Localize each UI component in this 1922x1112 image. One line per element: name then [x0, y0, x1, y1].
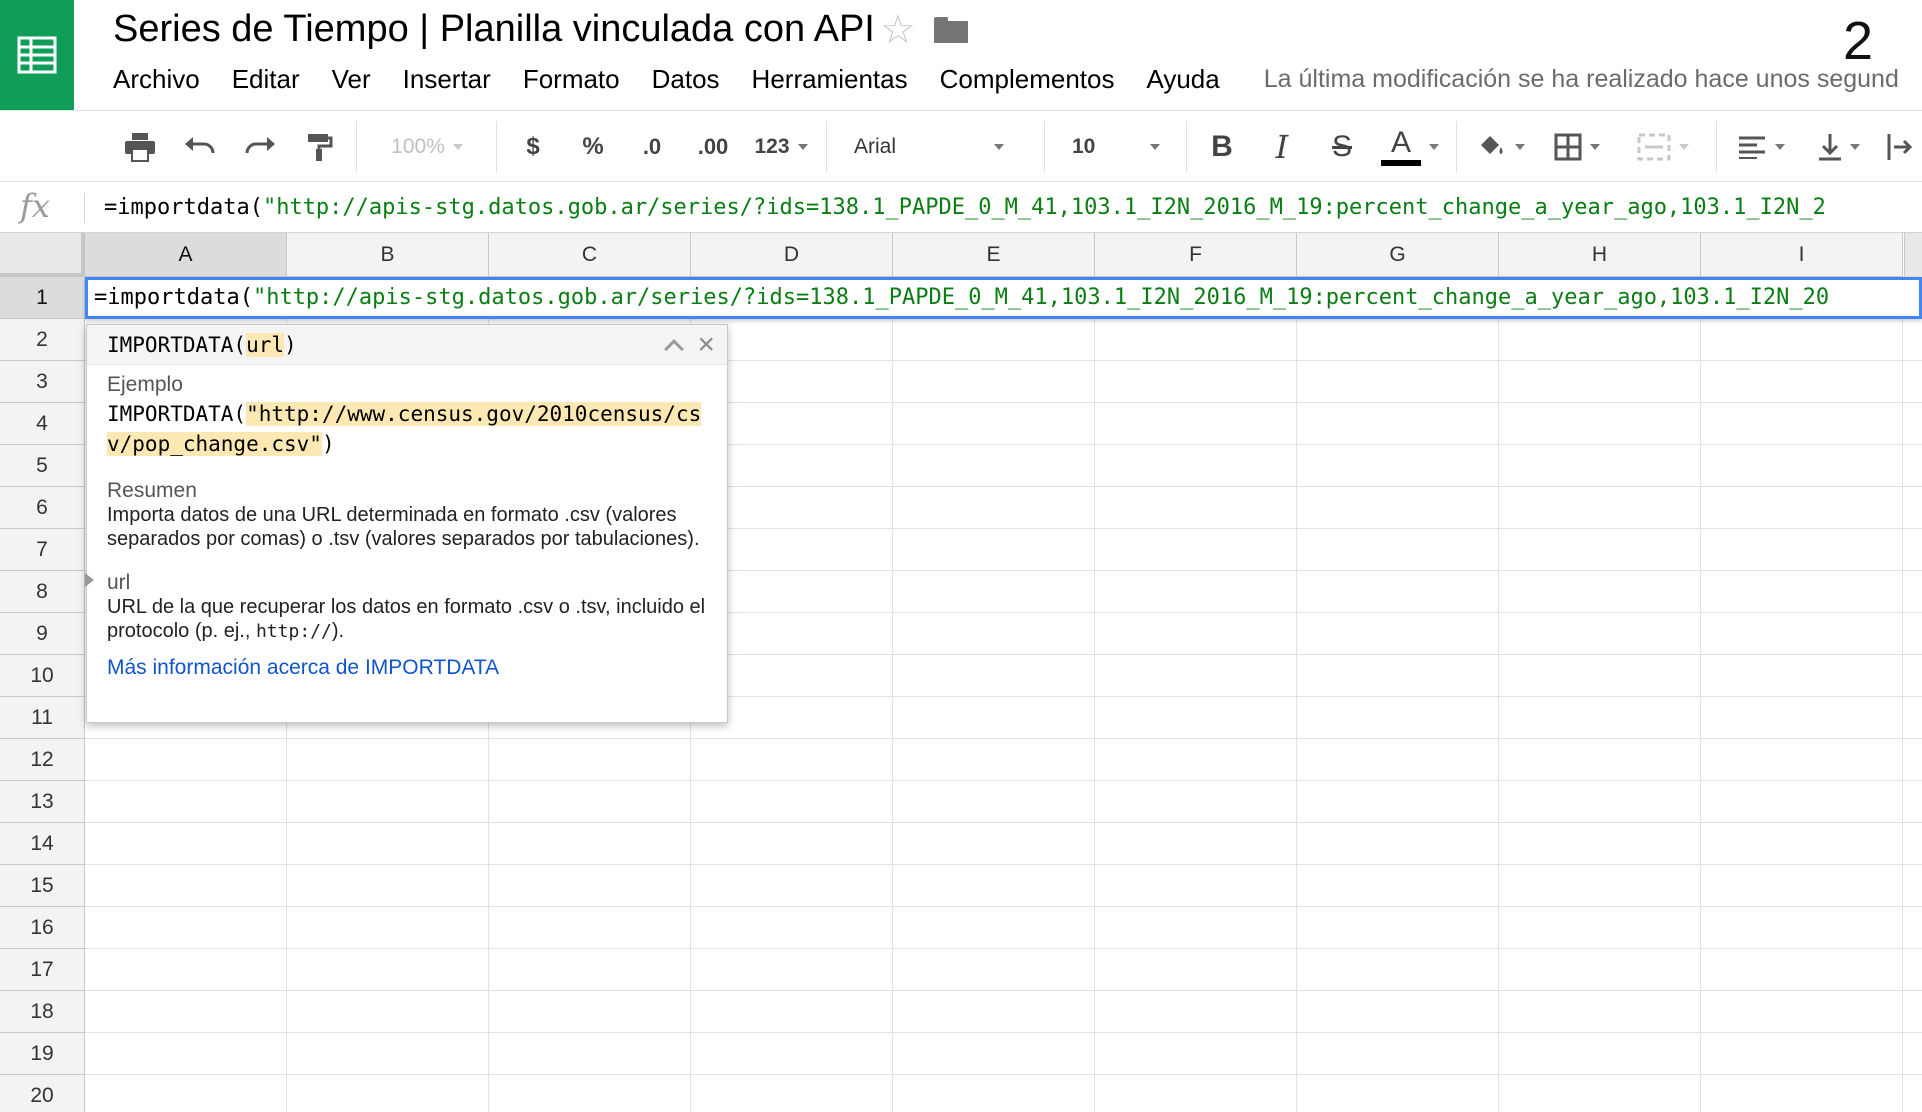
wrap-text-icon[interactable]	[1886, 111, 1922, 183]
text-color-button[interactable]: A	[1378, 111, 1442, 183]
collapse-icon[interactable]	[664, 339, 685, 359]
formula-string: "http://apis-stg.datos.gob.ar/series/?id…	[262, 195, 1826, 220]
zoom-select[interactable]: 100%	[372, 111, 482, 183]
row-header-3[interactable]: 3	[0, 361, 85, 403]
bold-button[interactable]: B	[1202, 111, 1242, 183]
example-code: IMPORTDATA("http://www.census.gov/2010ce…	[107, 402, 702, 456]
redo-icon[interactable]	[238, 111, 282, 183]
menu-datos[interactable]: Datos	[652, 58, 720, 100]
toolbar: 100% $ % .0 .00 123 Arial 10 B I S A	[0, 110, 1922, 182]
column-header-b[interactable]: B	[287, 233, 489, 277]
summary-text: Importa datos de una URL determinada en …	[107, 504, 700, 550]
menu-formato[interactable]: Formato	[523, 58, 620, 100]
signature-arg: url	[246, 333, 285, 357]
document-title[interactable]: Series de Tiempo | Planilla vinculada co…	[113, 6, 875, 52]
row-header-20[interactable]: 20	[0, 1075, 85, 1112]
current-arg-marker	[85, 573, 94, 587]
increase-decimals-button[interactable]: .00	[688, 111, 738, 183]
menu-herramientas[interactable]: Herramientas	[752, 58, 908, 100]
percent-format-button[interactable]: %	[576, 111, 610, 183]
column-header-h[interactable]: H	[1499, 233, 1701, 277]
paint-format-icon[interactable]	[300, 111, 340, 183]
row-header-6[interactable]: 6	[0, 487, 85, 529]
row-header-13[interactable]: 13	[0, 781, 85, 823]
function-help-popup: IMPORTDATA(url) × Ejemplo IMPORTDATA("ht…	[85, 324, 728, 723]
row-header-2[interactable]: 2	[0, 319, 85, 361]
print-icon[interactable]	[118, 111, 162, 183]
row-header-17[interactable]: 17	[0, 949, 85, 991]
decrease-decimals-button[interactable]: .0	[630, 111, 674, 183]
strikethrough-button[interactable]: S	[1322, 111, 1362, 183]
row-header-5[interactable]: 5	[0, 445, 85, 487]
row-headers: 1 2 3 4 5 6 7 8 9 10 11 12 13 14 15 16 1…	[0, 277, 85, 1112]
column-header-g[interactable]: G	[1297, 233, 1499, 277]
scrollbar-header	[1904, 233, 1922, 277]
borders-icon[interactable]	[1546, 111, 1608, 183]
row-header-8[interactable]: 8	[0, 571, 85, 613]
row-header-19[interactable]: 19	[0, 1033, 85, 1075]
menu-ayuda[interactable]: Ayuda	[1146, 58, 1219, 100]
more-formats-select[interactable]: 123	[746, 111, 816, 183]
valign-bottom-icon[interactable]	[1808, 111, 1870, 183]
arg-description: URL de la que recuperar los datos en for…	[107, 596, 706, 642]
close-icon[interactable]: ×	[697, 325, 715, 365]
fx-icon: fx	[20, 187, 50, 225]
font-family-select[interactable]: Arial	[840, 111, 1020, 183]
arg-title: url	[107, 571, 131, 594]
column-header-f[interactable]: F	[1095, 233, 1297, 277]
currency-format-button[interactable]: $	[516, 111, 550, 183]
formula-bar: fx =importdata("http://apis-stg.datos.go…	[0, 183, 1922, 233]
undo-icon[interactable]	[178, 111, 222, 183]
function-signature: IMPORTDATA(url)	[107, 333, 297, 357]
italic-button[interactable]: I	[1262, 111, 1302, 183]
folder-icon[interactable]	[933, 17, 968, 43]
row-header-7[interactable]: 7	[0, 529, 85, 571]
menu-ver[interactable]: Ver	[332, 58, 371, 100]
column-header-c[interactable]: C	[489, 233, 691, 277]
row-header-9[interactable]: 9	[0, 613, 85, 655]
help-header: IMPORTDATA(url) ×	[87, 325, 727, 365]
menu-complementos[interactable]: Complementos	[940, 58, 1115, 100]
row-header-11[interactable]: 11	[0, 697, 85, 739]
merge-cells-icon[interactable]	[1628, 111, 1698, 183]
formula-prefix: =importdata(	[104, 195, 263, 220]
fill-color-icon[interactable]	[1470, 111, 1532, 183]
last-edit-status[interactable]: La última modificación se ha realizado h…	[1264, 58, 1899, 100]
row-header-4[interactable]: 4	[0, 403, 85, 445]
menu-bar: Archivo Editar Ver Insertar Formato Dato…	[113, 58, 1899, 100]
column-header-a[interactable]: A	[85, 233, 287, 277]
editor-formula-prefix: =importdata(	[94, 285, 253, 310]
learn-more-link[interactable]: Más información acerca de IMPORTDATA	[107, 656, 709, 680]
column-header-i[interactable]: I	[1701, 233, 1903, 277]
active-cell-editor[interactable]: =importdata("http://apis-stg.datos.gob.a…	[85, 277, 1922, 319]
row-header-10[interactable]: 10	[0, 655, 85, 697]
row-header-18[interactable]: 18	[0, 991, 85, 1033]
font-size-select[interactable]: 10	[1060, 111, 1174, 183]
row-header-15[interactable]: 15	[0, 865, 85, 907]
menu-insertar[interactable]: Insertar	[403, 58, 491, 100]
menu-archivo[interactable]: Archivo	[113, 58, 200, 100]
row-header-1[interactable]: 1	[0, 277, 85, 319]
select-all-corner[interactable]	[0, 233, 85, 277]
column-header-e[interactable]: E	[893, 233, 1095, 277]
menu-editar[interactable]: Editar	[232, 58, 300, 100]
summary-title: Resumen	[107, 479, 197, 502]
column-header-d[interactable]: D	[691, 233, 893, 277]
editor-formula-string: "http://apis-stg.datos.gob.ar/series/?id…	[252, 285, 1830, 310]
row-header-14[interactable]: 14	[0, 823, 85, 865]
formula-input[interactable]: =importdata("http://apis-stg.datos.gob.a…	[104, 183, 1922, 233]
example-title: Ejemplo	[107, 373, 183, 396]
star-icon[interactable]: ☆	[880, 10, 916, 50]
row-header-16[interactable]: 16	[0, 907, 85, 949]
align-left-icon[interactable]	[1730, 111, 1792, 183]
column-headers: A B C D E F G H I	[85, 233, 1903, 277]
sheets-logo-icon[interactable]	[0, 0, 74, 110]
row-header-12[interactable]: 12	[0, 739, 85, 781]
